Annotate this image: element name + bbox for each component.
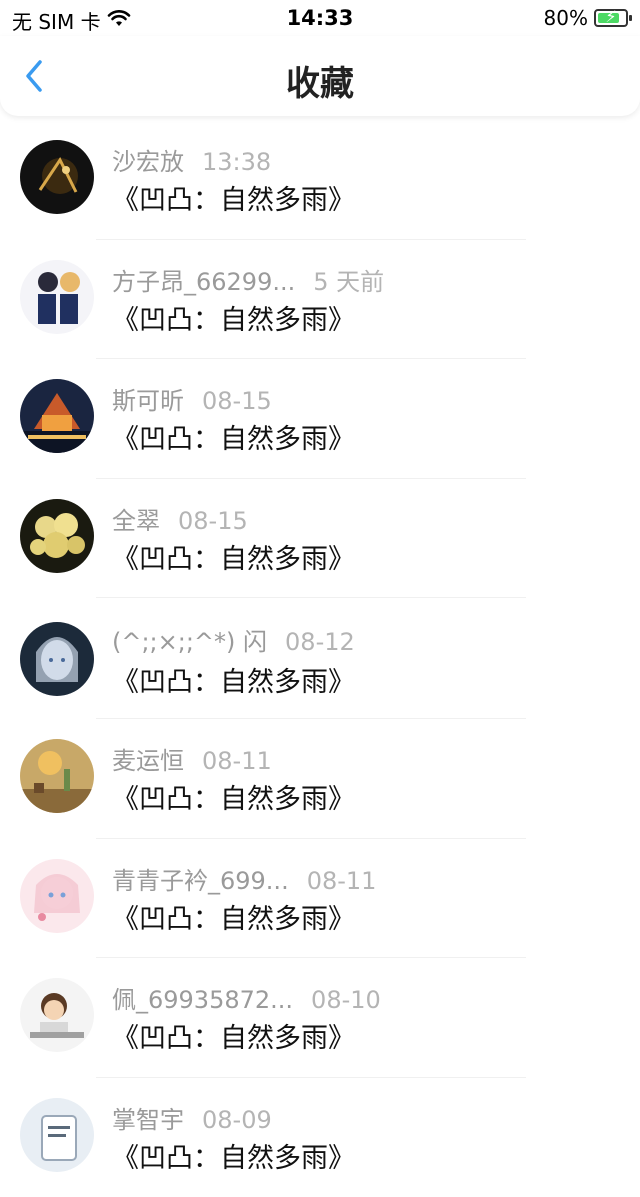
battery-charging-icon: ⚡ (594, 9, 628, 27)
item-header: 斯可昕 08-15 (112, 381, 272, 416)
user-name: 沙宏放 (112, 148, 184, 176)
item-time: 08-15 (202, 387, 272, 415)
item-time: 08-10 (311, 986, 381, 1014)
list-item[interactable]: 青青子衿_699... 08-11 《凹凸：自然多雨》 (0, 839, 640, 959)
avatar[interactable] (20, 859, 94, 933)
page-title: 收藏 (0, 56, 640, 105)
avatar[interactable] (20, 260, 94, 334)
item-content: 《凹凸：自然多雨》 (112, 298, 355, 337)
avatar[interactable] (20, 379, 94, 453)
avatar[interactable] (20, 622, 94, 696)
item-time: 08-11 (202, 747, 272, 775)
item-header: 青青子衿_699... 08-11 (112, 861, 376, 896)
item-content: 《凹凸：自然多雨》 (112, 537, 355, 576)
item-header: 麦运恒 08-11 (112, 741, 272, 776)
item-time: 5 天前 (313, 268, 384, 296)
user-name: 麦运恒 (112, 747, 184, 775)
item-header: (^;;×;;^*) 闪 08-12 (112, 622, 355, 657)
avatar[interactable] (20, 499, 94, 573)
status-right: 80% ⚡ (544, 6, 628, 30)
item-content: 《凹凸：自然多雨》 (112, 660, 355, 699)
battery-percent: 80% (544, 6, 588, 30)
item-content: 《凹凸：自然多雨》 (112, 1016, 355, 1055)
item-content: 《凹凸：自然多雨》 (112, 1136, 355, 1175)
status-bar: 无 SIM 卡 14:33 80% ⚡ (0, 0, 640, 36)
list-item[interactable]: 沙宏放 13:38 《凹凸：自然多雨》 (0, 120, 640, 240)
list-item[interactable]: 全翠 08-15 《凹凸：自然多雨》 (0, 479, 640, 599)
item-time: 08-15 (178, 507, 248, 535)
list-item[interactable]: 方子昂_66299... 5 天前 《凹凸：自然多雨》 (0, 240, 640, 360)
avatar[interactable] (20, 140, 94, 214)
item-time: 08-09 (202, 1106, 272, 1134)
item-header: 方子昂_66299... 5 天前 (112, 262, 384, 297)
avatar[interactable] (20, 978, 94, 1052)
item-time: 08-11 (307, 867, 377, 895)
item-time: 13:38 (202, 148, 271, 176)
user-name: 青青子衿_699... (112, 867, 289, 895)
user-name: 掌智宇 (112, 1106, 184, 1134)
nav-bar: 收藏 (0, 36, 640, 116)
favorites-list: 沙宏放 13:38 《凹凸：自然多雨》 方子昂_66299... 5 天前 《凹凸：… (0, 120, 640, 1197)
list-item[interactable]: 掌智宇 08-09 《凹凸：自然多雨》 (0, 1078, 640, 1197)
avatar[interactable] (20, 739, 94, 813)
user-name: 佩_69935872... (112, 986, 293, 1014)
item-content: 《凹凸：自然多雨》 (112, 178, 355, 217)
list-item[interactable]: 斯可昕 08-15 《凹凸：自然多雨》 (0, 359, 640, 479)
list-item[interactable]: 佩_69935872... 08-10 《凹凸：自然多雨》 (0, 958, 640, 1078)
user-name: (^;;×;;^*) 闪 (112, 628, 267, 656)
item-header: 沙宏放 13:38 (112, 142, 271, 177)
item-header: 佩_69935872... 08-10 (112, 980, 381, 1015)
item-content: 《凹凸：自然多雨》 (112, 777, 355, 816)
item-content: 《凹凸：自然多雨》 (112, 897, 355, 936)
list-item[interactable]: (^;;×;;^*) 闪 08-12 《凹凸：自然多雨》 (0, 598, 640, 719)
user-name: 全翠 (112, 507, 160, 535)
item-header: 掌智宇 08-09 (112, 1100, 272, 1135)
list-item[interactable]: 麦运恒 08-11 《凹凸：自然多雨》 (0, 719, 640, 839)
item-header: 全翠 08-15 (112, 501, 248, 536)
item-content: 《凹凸：自然多雨》 (112, 417, 355, 456)
user-name: 方子昂_66299... (112, 268, 295, 296)
avatar[interactable] (20, 1098, 94, 1172)
item-time: 08-12 (285, 628, 355, 656)
user-name: 斯可昕 (112, 387, 184, 415)
